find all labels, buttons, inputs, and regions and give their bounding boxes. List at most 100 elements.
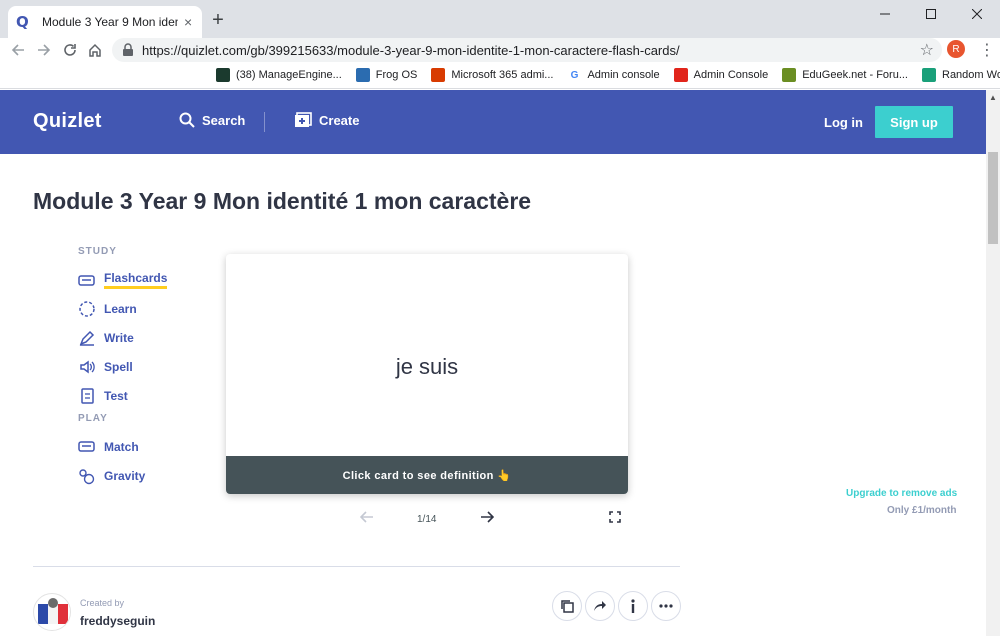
- office-icon: [431, 68, 446, 82]
- random-icon: [922, 68, 936, 82]
- mode-flashcards[interactable]: Flashcards: [78, 271, 168, 289]
- lock-icon: [123, 43, 133, 56]
- bookmark-item[interactable]: Random Word Gen...: [922, 68, 1000, 82]
- created-by-label: Created by: [80, 598, 125, 608]
- bookmark-item[interactable]: Frog OS: [355, 68, 418, 82]
- mode-gravity[interactable]: Gravity: [78, 467, 145, 485]
- bookmark-item[interactable]: (38) ManageEngine...: [216, 68, 342, 82]
- bookmark-label: Frog OS: [375, 69, 418, 81]
- gravity-planet-icon: [78, 467, 96, 485]
- tab-title: Module 3 Year 9 Mon identité 1 m: [42, 15, 178, 29]
- mode-label: Match: [104, 440, 139, 454]
- quizlet-favicon-icon: Q: [16, 13, 29, 31]
- browser-tab[interactable]: Q Module 3 Year 9 Mon identité 1 m ×: [8, 6, 202, 38]
- bookmarks-bar: (38) ManageEngine... Frog OS Microsoft 365…: [0, 62, 1000, 89]
- learn-icon: [78, 300, 96, 318]
- upgrade-price: Only £1/month: [887, 505, 957, 516]
- bookmark-item[interactable]: G Admin console: [567, 68, 660, 82]
- more-dots-icon: [659, 604, 673, 608]
- bookmark-star-icon[interactable]: ☆: [920, 40, 934, 60]
- close-window-icon[interactable]: [954, 0, 1000, 28]
- bookmark-label: EduGeek.net - Foru...: [802, 69, 908, 81]
- info-button[interactable]: [618, 591, 648, 621]
- mode-label: Gravity: [104, 469, 146, 483]
- forward-arrow-icon[interactable]: [34, 40, 54, 60]
- create-label: Create: [319, 112, 360, 128]
- creator-name[interactable]: freddyseguin: [80, 614, 155, 628]
- match-icon: [78, 438, 96, 456]
- mode-label: Test: [104, 389, 128, 403]
- mode-learn[interactable]: Learn: [78, 300, 137, 318]
- card-term: je suis: [395, 354, 459, 379]
- mode-write[interactable]: Write: [78, 329, 134, 347]
- bookmark-label: (38) ManageEngine...: [236, 69, 342, 81]
- fullscreen-icon[interactable]: [609, 510, 621, 526]
- search-button[interactable]: Search: [179, 112, 245, 128]
- play-section-label: PLAY: [78, 413, 108, 424]
- more-options-button[interactable]: [651, 591, 681, 621]
- search-icon: [179, 112, 195, 128]
- study-section-label: STUDY: [78, 246, 117, 257]
- maximize-icon[interactable]: [908, 0, 954, 28]
- bookmark-label: Admin console: [587, 69, 660, 81]
- scrollbar-thumb[interactable]: [988, 152, 998, 244]
- share-arrow-icon: [594, 601, 606, 611]
- previous-card-arrow-icon[interactable]: [359, 510, 374, 526]
- bookmark-item[interactable]: EduGeek.net - Foru...: [782, 68, 908, 82]
- mode-test[interactable]: Test: [78, 387, 128, 405]
- flashcards-icon: [78, 271, 96, 289]
- set-title: Module 3 Year 9 Mon identité 1 mon carac…: [33, 188, 532, 214]
- create-button[interactable]: Create: [294, 112, 359, 128]
- login-button[interactable]: Log in: [824, 115, 863, 130]
- frog-icon: [355, 68, 370, 82]
- url-text: https://quizlet.com/gb/399215633/module-…: [142, 42, 680, 58]
- next-card-arrow-icon[interactable]: [480, 510, 495, 526]
- bookmark-label: Random Word Gen...: [942, 69, 1000, 81]
- edugeek-icon: [782, 68, 797, 82]
- address-bar[interactable]: https://quizlet.com/gb/399215633/module-…: [112, 38, 942, 62]
- copy-icon: [561, 600, 574, 613]
- section-divider: [33, 566, 680, 567]
- info-icon: [631, 599, 635, 613]
- mode-spell[interactable]: Spell: [78, 358, 133, 376]
- mode-label: Flashcards: [104, 271, 168, 289]
- back-arrow-icon[interactable]: [8, 40, 28, 60]
- home-icon[interactable]: [85, 40, 105, 60]
- flashcard[interactable]: je suis Click card to see definition 👆: [226, 254, 628, 494]
- quizlet-logo[interactable]: Quizlet: [33, 110, 102, 133]
- browser-menu-icon[interactable]: ⋮: [979, 40, 995, 60]
- new-tab-button[interactable]: +: [208, 10, 228, 30]
- bookmark-label: Microsoft 365 admi...: [451, 69, 554, 81]
- browser-toolbar: https://quizlet.com/gb/399215633/module-…: [0, 38, 1000, 62]
- browser-tab-bar: Q Module 3 Year 9 Mon identité 1 m × +: [0, 0, 1000, 38]
- minimize-icon[interactable]: [862, 0, 908, 28]
- bookmark-item[interactable]: Admin Console: [673, 68, 769, 82]
- bookmark-item[interactable]: Microsoft 365 admi...: [431, 68, 553, 82]
- search-label: Search: [202, 112, 246, 128]
- reload-icon[interactable]: [60, 40, 80, 60]
- scroll-up-arrow-icon[interactable]: ▲: [989, 93, 997, 102]
- mode-match[interactable]: Match: [78, 438, 139, 456]
- adobe-icon: [673, 68, 688, 82]
- mode-label: Spell: [104, 360, 133, 374]
- copy-button[interactable]: [552, 591, 582, 621]
- profile-avatar[interactable]: R: [947, 40, 965, 58]
- tab-close-icon[interactable]: ×: [184, 14, 192, 30]
- quizlet-page: Quizlet Search Create Log in Sign up Mod…: [0, 90, 986, 636]
- header-divider: [264, 112, 265, 132]
- page-scrollbar[interactable]: ▲: [986, 90, 1000, 636]
- create-plus-icon: [295, 112, 312, 127]
- creator-avatar[interactable]: [33, 593, 71, 631]
- test-document-icon: [78, 387, 96, 405]
- upgrade-link[interactable]: Upgrade to remove ads: [846, 488, 957, 499]
- signup-button[interactable]: Sign up: [875, 106, 953, 138]
- site-header: Quizlet Search Create Log in Sign up: [0, 90, 986, 154]
- card-counter: 1/14: [417, 514, 437, 525]
- mode-label: Write: [104, 331, 134, 345]
- spell-speaker-icon: [78, 358, 96, 376]
- write-pencil-icon: [78, 329, 96, 347]
- google-icon: G: [567, 68, 582, 82]
- bookmark-label: Admin Console: [693, 69, 769, 81]
- share-button[interactable]: [585, 591, 615, 621]
- card-flip-hint: Click card to see definition 👆: [226, 456, 628, 494]
